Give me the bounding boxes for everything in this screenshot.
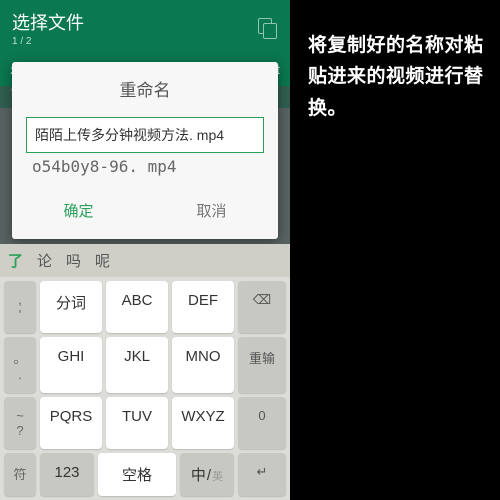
lang-toggle-key[interactable]: 中/英 xyxy=(180,453,234,496)
cancel-button[interactable]: 取消 xyxy=(145,190,278,231)
symbol-key[interactable]: 符 xyxy=(4,453,36,496)
header-title: 选择文件 xyxy=(12,9,84,35)
enter-key[interactable]: ↵ xyxy=(238,453,286,496)
key-zero[interactable]: 0 xyxy=(238,397,286,449)
space-key[interactable]: 空格 xyxy=(98,453,176,496)
backspace-key[interactable] xyxy=(238,281,286,333)
key-abc[interactable]: ABC xyxy=(106,281,168,333)
key-tuv[interactable]: TUV xyxy=(106,397,168,449)
key-pqrs[interactable]: PQRS xyxy=(40,397,102,449)
original-filename: o54b0y8-96. mp4 xyxy=(32,157,258,176)
key-punct[interactable]: ~? xyxy=(4,397,36,449)
key-mno[interactable]: MNO xyxy=(172,337,234,393)
dialog-title: 重命名 xyxy=(12,62,278,111)
key-fenci[interactable]: 分词 xyxy=(40,281,102,333)
rename-dialog: 重命名 陌陌上传多分钟视频方法. mp4 o54b0y8-96. mp4 确定 … xyxy=(12,62,278,239)
suggestion-bar: 了 论 吗 呢 xyxy=(0,244,290,277)
header-counter: 1 / 2 xyxy=(12,36,84,47)
key-def[interactable]: DEF xyxy=(172,281,234,333)
keyboard: 了 论 吗 呢 ,' 分词 ABC DEF 。. GHI JKL MNO 重输 … xyxy=(0,244,290,500)
retype-key[interactable]: 重输 xyxy=(238,337,286,393)
instruction-text: 将复制好的名称对粘贴进来的视频进行替换。 xyxy=(290,0,500,500)
copy-icon[interactable] xyxy=(258,18,278,38)
suggestion[interactable]: 论 xyxy=(37,250,52,271)
suggestion[interactable]: 吗 xyxy=(66,250,81,271)
key-punct[interactable]: 。. xyxy=(4,337,36,393)
key-wxyz[interactable]: WXYZ xyxy=(172,397,234,449)
app-header: 选择文件 1 / 2 xyxy=(0,0,290,56)
key-jkl[interactable]: JKL xyxy=(106,337,168,393)
numeric-key[interactable]: 123 xyxy=(40,453,94,496)
filename-input[interactable]: 陌陌上传多分钟视频方法. mp4 xyxy=(26,117,264,153)
key-punct[interactable]: ,' xyxy=(4,281,36,333)
key-ghi[interactable]: GHI xyxy=(40,337,102,393)
suggestion[interactable]: 呢 xyxy=(95,250,110,271)
ok-button[interactable]: 确定 xyxy=(12,190,145,231)
suggestion[interactable]: 了 xyxy=(8,250,23,271)
